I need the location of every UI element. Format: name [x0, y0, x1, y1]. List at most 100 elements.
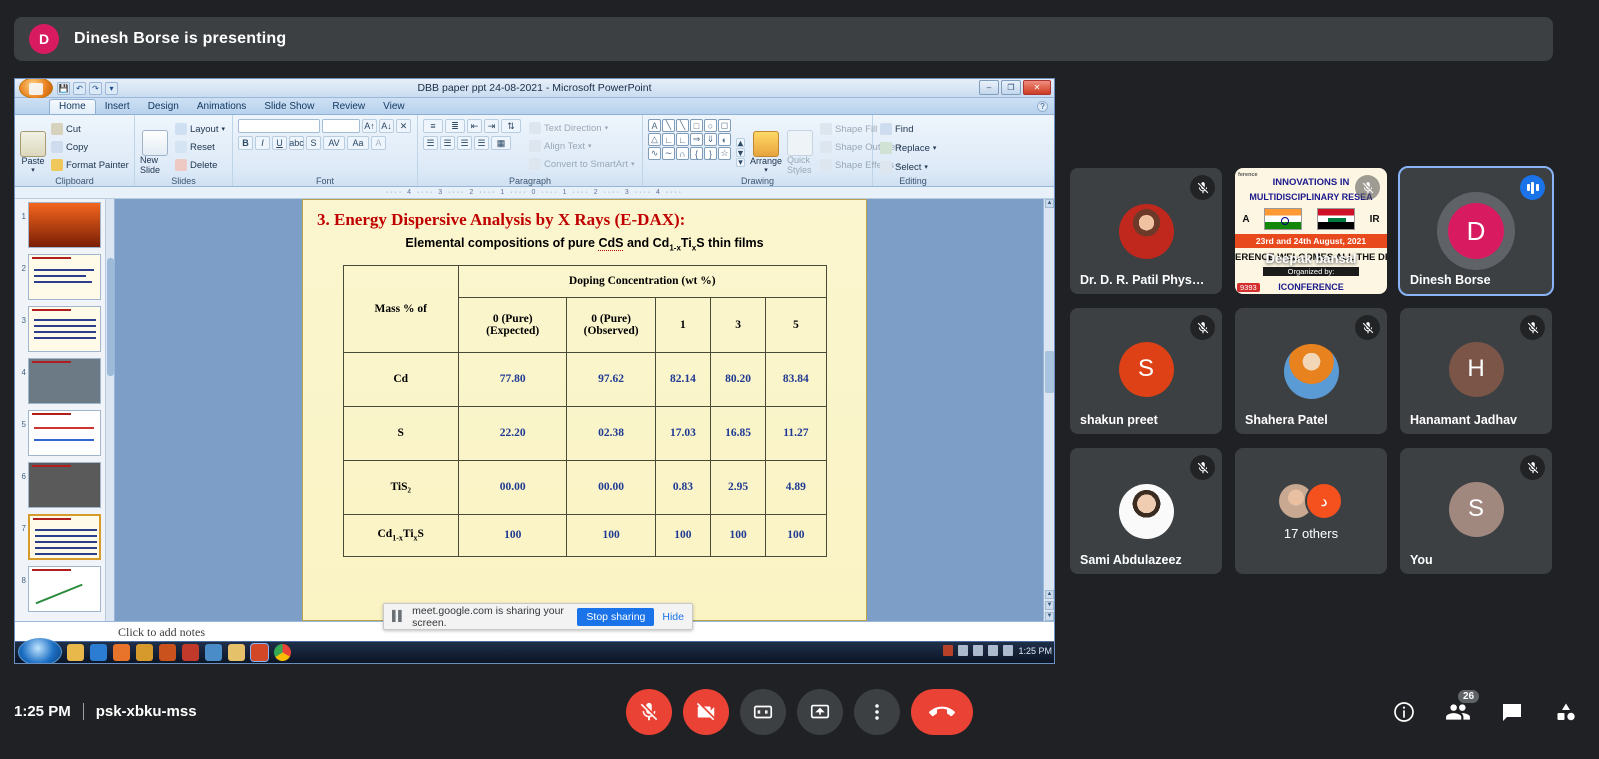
current-slide[interactable]: 3. Energy Dispersive Analysis by X Rays …: [302, 199, 867, 621]
shared-screen-powerpoint[interactable]: 💾 ↶ ↷ ▾ DBB paper ppt 24-08-2021 - Micro…: [14, 78, 1055, 664]
system-tray[interactable]: 1:25 PM: [943, 645, 1052, 656]
shape-more-icon[interactable]: ▾: [736, 157, 745, 167]
thumbnail-scroll-knob[interactable]: [107, 258, 114, 377]
minimize-button[interactable]: –: [979, 80, 999, 95]
slide-thumbnail-1[interactable]: 1: [15, 199, 114, 251]
tray-battery-icon[interactable]: [988, 645, 999, 656]
right-angle-shape-icon[interactable]: ∟: [662, 133, 675, 146]
slide-subtitle[interactable]: Elemental compositions of pure CdS and C…: [303, 230, 866, 253]
slide-editing-pane[interactable]: 3. Energy Dispersive Analysis by X Rays …: [115, 199, 1054, 654]
close-button[interactable]: ✕: [1023, 80, 1051, 95]
tray-flag-icon[interactable]: [1003, 645, 1014, 656]
meeting-details-button[interactable]: [1391, 699, 1417, 725]
slide-thumbnail-8[interactable]: 8: [15, 563, 114, 615]
rounded-rect-shape-icon[interactable]: ◻: [718, 119, 731, 132]
convert-to-smartart-button[interactable]: Convert to SmartArt ▾: [527, 157, 636, 171]
taskbar-firefox-icon[interactable]: [113, 644, 130, 661]
participant-tile-shakun-preet[interactable]: S shakun preet: [1070, 308, 1222, 434]
clear-formatting-icon[interactable]: ✕: [396, 119, 411, 133]
slide-thumbnail-pane[interactable]: 1 2 3 4 5 6 7 8: [15, 199, 115, 621]
participant-tile-you[interactable]: S You: [1400, 448, 1552, 574]
present-button[interactable]: [797, 688, 843, 735]
character-spacing-icon[interactable]: AV: [323, 136, 345, 150]
hide-notification-button[interactable]: Hide: [662, 611, 684, 623]
slide-thumbnail-5[interactable]: 5: [15, 407, 114, 459]
participant-tile-shahera-patel[interactable]: Shahera Patel: [1235, 308, 1387, 434]
stop-sharing-button[interactable]: Stop sharing: [577, 607, 655, 626]
scribble-shape-icon[interactable]: ∿: [648, 147, 661, 160]
cut-button[interactable]: Cut: [49, 122, 131, 136]
tab-animations[interactable]: Animations: [188, 100, 255, 114]
decrease-indent-icon[interactable]: ⇤: [467, 119, 482, 133]
align-text-button[interactable]: Align Text ▾: [527, 139, 636, 153]
slide-thumbnail-6[interactable]: 6: [15, 459, 114, 511]
change-case-icon[interactable]: Aa: [347, 136, 369, 150]
slide-thumbnail-4[interactable]: 4: [15, 355, 114, 407]
strikethrough-icon[interactable]: abc: [289, 136, 304, 150]
curve-shape-icon[interactable]: ∼: [662, 147, 675, 160]
taskbar-pdf-icon[interactable]: [182, 644, 199, 661]
slide-thumbnail-3[interactable]: 3: [15, 303, 114, 355]
participant-tile-sami-abdulazeez[interactable]: Sami Abdulazeez: [1070, 448, 1222, 574]
down-arrow-shape-icon[interactable]: ⇓: [704, 133, 717, 146]
chat-button[interactable]: [1499, 699, 1525, 725]
slide-scroll-knob[interactable]: [1045, 350, 1054, 394]
table-row[interactable]: Cd1-xTixS 100 100 100 100 100: [342, 513, 827, 557]
taskbar-folder-icon[interactable]: [228, 644, 245, 661]
line-spacing-icon[interactable]: ⇅: [501, 119, 521, 133]
shape-scroll-down-icon[interactable]: ▼: [736, 148, 745, 158]
bold-icon[interactable]: B: [238, 136, 253, 150]
participant-tile-dinesh-borse[interactable]: D Dinesh Borse: [1398, 166, 1554, 296]
tab-insert[interactable]: Insert: [96, 100, 139, 114]
taskbar-explorer-icon[interactable]: [67, 644, 84, 661]
taskbar-clock[interactable]: 1:25 PM: [1018, 646, 1052, 656]
bullets-icon[interactable]: ≡: [423, 119, 443, 133]
tab-home[interactable]: Home: [49, 99, 96, 114]
taskbar-chrome-icon[interactable]: [274, 644, 291, 661]
taskbar-app-icon[interactable]: [205, 644, 222, 661]
justify-icon[interactable]: ☰: [474, 136, 489, 150]
replace-button[interactable]: Replace ▾: [878, 141, 938, 155]
more-options-button[interactable]: [854, 688, 900, 735]
tab-design[interactable]: Design: [139, 100, 188, 114]
tray-network-icon[interactable]: [973, 645, 984, 656]
captions-button[interactable]: [740, 688, 786, 735]
tab-slide-show[interactable]: Slide Show: [255, 100, 323, 114]
elbow-shape-icon[interactable]: ∟: [676, 133, 689, 146]
taskbar-ie-icon[interactable]: [90, 644, 107, 661]
arc-shape-icon[interactable]: ∩: [676, 147, 689, 160]
font-size-select[interactable]: [322, 119, 360, 133]
layout-button[interactable]: Layout ▾: [173, 122, 227, 136]
slide-title[interactable]: 3. Energy Dispersive Analysis by X Rays …: [303, 200, 866, 230]
window-buttons[interactable]: – ❐ ✕: [979, 80, 1051, 95]
right-arrow-shape-icon[interactable]: ⇒: [690, 133, 703, 146]
text-direction-button[interactable]: Text Direction ▾: [527, 121, 636, 135]
shape-scroll-up-icon[interactable]: ▲: [736, 138, 745, 148]
slide-vertical-scrollbar[interactable]: ▲ ▲ ▼ ▼: [1043, 199, 1054, 621]
next-slide-icon[interactable]: ▼: [1045, 601, 1054, 610]
oval-shape-icon[interactable]: ○: [704, 119, 717, 132]
windows-taskbar[interactable]: 1:25 PM: [15, 638, 1054, 663]
taskbar-media-icon[interactable]: [136, 644, 153, 661]
scroll-up-icon[interactable]: ▲: [1045, 199, 1054, 208]
triangle-shape-icon[interactable]: △: [648, 133, 661, 146]
rectangle-shape-icon[interactable]: □: [690, 119, 703, 132]
mic-off-button[interactable]: [626, 688, 672, 735]
restore-button[interactable]: ❐: [1001, 80, 1021, 95]
textbox-shape-icon[interactable]: A: [648, 119, 661, 132]
shrink-font-icon[interactable]: A↓: [379, 119, 394, 133]
participants-button[interactable]: 26: [1445, 689, 1480, 725]
tray-shield-icon[interactable]: [943, 645, 954, 656]
participant-tile-dr-d-r-patil[interactable]: Dr. D. R. Patil Phys…: [1070, 168, 1222, 294]
columns-icon[interactable]: ▦: [491, 136, 511, 150]
font-color-icon[interactable]: A: [371, 136, 386, 150]
align-center-icon[interactable]: ☰: [440, 136, 455, 150]
table-row[interactable]: TiS₂ 00.00 00.00 0.83 2.95 4.89: [342, 459, 827, 515]
font-name-select[interactable]: [238, 119, 320, 133]
right-brace-shape-icon[interactable]: }: [704, 147, 717, 160]
select-button[interactable]: Select ▾: [878, 160, 938, 174]
participant-tile-hanamant-jadhav[interactable]: H Hanamant Jadhav: [1400, 308, 1552, 434]
increase-indent-icon[interactable]: ⇥: [484, 119, 499, 133]
ribbon-tabs[interactable]: Home Insert Design Animations Slide Show…: [15, 98, 1054, 115]
copy-button[interactable]: Copy: [49, 140, 131, 154]
